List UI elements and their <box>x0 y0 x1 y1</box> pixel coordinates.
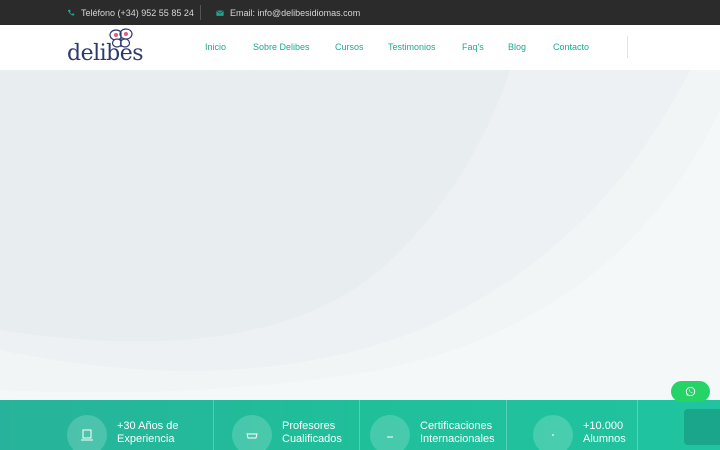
nav-inicio[interactable]: Inicio <box>205 42 226 52</box>
feature-divider <box>637 400 638 450</box>
header-separator <box>627 36 628 58</box>
whatsapp-button[interactable] <box>671 381 710 402</box>
feature-experience: +30 Años de Experiencia <box>0 400 213 450</box>
nav-sobre-delibes[interactable]: Sobre Delibes <box>253 42 310 52</box>
students-icon <box>552 434 554 436</box>
feature-line1: Profesores <box>282 420 336 432</box>
nav-contacto[interactable]: Contacto <box>553 42 589 52</box>
feature-line2: Experiencia <box>117 433 175 445</box>
nav-testimonios[interactable]: Testimonios <box>388 42 436 52</box>
feature-teachers: Profesores Cualificados <box>214 400 359 450</box>
feature-icon-circle <box>533 415 573 450</box>
hero-curves <box>0 70 720 400</box>
certificate-icon <box>387 436 393 438</box>
delibes-logo[interactable]: delibes <box>67 28 144 68</box>
teacher-icon <box>246 433 258 439</box>
logo-wordmark: delibes <box>67 41 144 66</box>
feature-line2: Cualificados <box>282 433 342 445</box>
email-contact[interactable]: Email: info@delibesidiomas.com <box>216 0 360 25</box>
topbar-divider <box>200 5 201 20</box>
feature-line1: Certificaciones <box>420 420 493 432</box>
feature-line2: Internacionales <box>420 433 495 445</box>
feature-icon-circle <box>370 415 410 450</box>
feature-students: +10.000 Alumnos <box>507 400 637 450</box>
features-strip: +30 Años de Experiencia Profesores Cuali… <box>0 400 720 450</box>
feature-line2: Alumnos <box>583 433 626 445</box>
phone-contact[interactable]: Teléfono (+34) 952 55 85 24 <box>67 0 194 25</box>
nav-cursos[interactable]: Cursos <box>335 42 364 52</box>
recaptcha-badge[interactable] <box>684 409 720 445</box>
phone-text: Teléfono (+34) 952 55 85 24 <box>81 7 194 18</box>
site-header: delibes Inicio Sobre Delibes Cursos Test… <box>0 25 720 70</box>
whatsapp-icon <box>685 386 696 397</box>
nav-faqs[interactable]: Faq's <box>462 42 484 52</box>
feature-label: Profesores Cualificados <box>282 420 342 446</box>
feature-label: +10.000 Alumnos <box>583 420 626 446</box>
email-text: Email: info@delibesidiomas.com <box>230 7 361 18</box>
feature-label: Certificaciones Internacionales <box>420 420 495 446</box>
phone-icon <box>67 9 75 15</box>
envelope-icon <box>216 9 224 16</box>
top-contact-bar: Teléfono (+34) 952 55 85 24 Email: info@… <box>0 0 720 25</box>
feature-line1: +30 Años de <box>117 420 179 432</box>
feature-icon-circle <box>232 415 272 450</box>
feature-line1: +10.000 <box>583 420 624 432</box>
nav-blog[interactable]: Blog <box>508 42 526 52</box>
hero-banner <box>0 70 720 400</box>
feature-label: +30 Años de Experiencia <box>117 420 178 446</box>
feature-certifications: Certificaciones Internacionales <box>360 400 506 450</box>
book-icon <box>81 429 93 441</box>
feature-icon-circle <box>67 415 107 450</box>
